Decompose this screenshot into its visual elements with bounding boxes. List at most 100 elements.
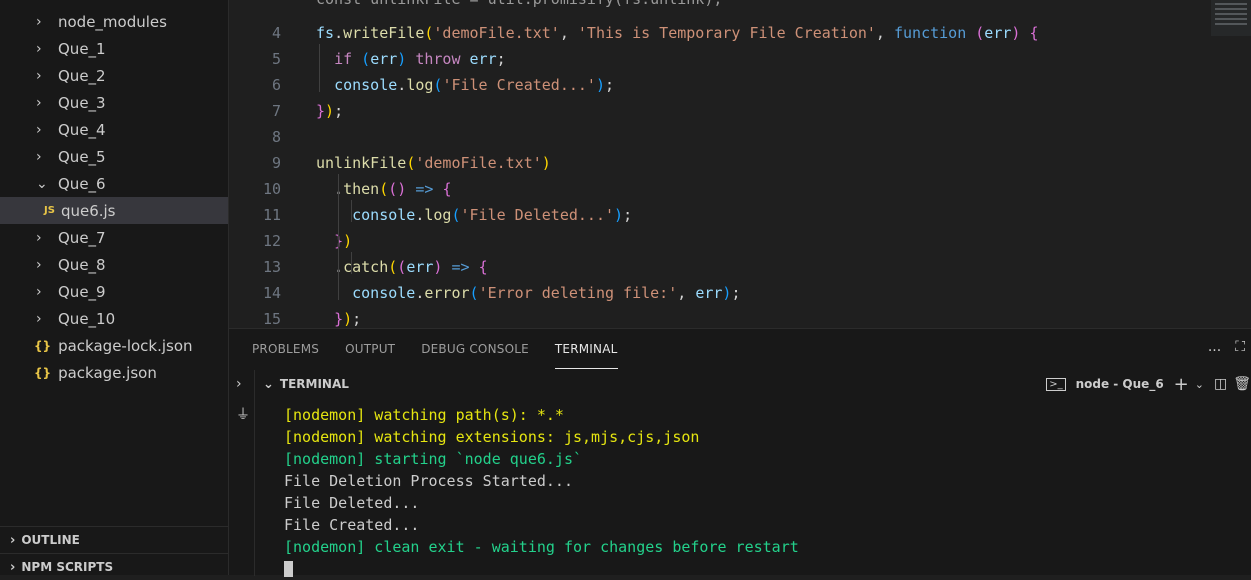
indent-guide <box>338 174 339 300</box>
code-line: 9 unlinkFile('demoFile.txt') <box>229 150 1251 176</box>
tree-item[interactable]: › Que_1 <box>0 35 228 62</box>
tree-item-label: node_modules <box>58 12 167 31</box>
terminal-output[interactable]: [nodemon] watching path(s): *.* [nodemon]… <box>284 404 799 580</box>
json-file-icon: {} <box>34 365 52 380</box>
chevron-right-icon: › <box>10 559 16 575</box>
tree-item[interactable]: › Que_4 <box>0 116 228 143</box>
plug-icon: ⏚ <box>236 407 250 423</box>
chevron-right-icon: › <box>36 67 42 84</box>
tree-item-label: Que_3 <box>58 93 106 112</box>
tree-item-label: Que_9 <box>58 282 106 301</box>
tree-item[interactable]: › Que_2 <box>0 62 228 89</box>
tree-item-label: Que_2 <box>58 66 106 85</box>
terminal-cursor-line <box>284 558 799 580</box>
panel-tabs: PROBLEMS OUTPUT DEBUG CONSOLE TERMINAL <box>229 329 1251 369</box>
code-line: 12 }) <box>229 228 1251 254</box>
tree-item[interactable]: ⌄ Que_6 <box>0 170 228 197</box>
chevron-right-icon: › <box>10 532 16 548</box>
chevron-down-icon[interactable]: ⌄ <box>1195 378 1204 391</box>
json-file-icon: {} <box>34 338 52 353</box>
chevron-right-icon: › <box>36 148 42 165</box>
terminal-side-gutter: › ⏚ <box>229 370 255 576</box>
tree-item-label: Que_6 <box>58 174 106 193</box>
line-number: 13 <box>262 258 281 276</box>
minimap[interactable] <box>1211 0 1251 36</box>
terminal-icon: >_ <box>1046 377 1066 391</box>
tree-item-label: que6.js <box>60 201 116 220</box>
chevron-down-icon[interactable]: ⌄ <box>263 377 274 392</box>
terminal-line: File Created... <box>284 516 420 534</box>
tree-item[interactable]: › Que_5 <box>0 143 228 170</box>
more-actions-icon[interactable]: ... <box>1208 339 1221 355</box>
chevron-right-icon: › <box>36 283 42 300</box>
indent-guide <box>319 44 320 92</box>
terminal-line: [nodemon] watching extensions: js,mjs,cj… <box>284 428 700 446</box>
tree-item[interactable]: › Que_8 <box>0 251 228 278</box>
explorer-sidebar: › node_modules › Que_1 › Que_2 › Que_3 › Que_4 › Qu… <box>0 0 229 575</box>
tree-item[interactable]: JS que6.js <box>0 197 228 224</box>
chevron-down-icon: ⌄ <box>36 175 48 192</box>
line-number: 11 <box>262 206 281 224</box>
terminal-instance-label[interactable]: node - Que_6 <box>1076 377 1164 391</box>
tree-item[interactable]: {} package-lock.json <box>0 332 228 359</box>
code-line: 14 console. error('Error deleting file:',… <box>229 280 1251 306</box>
tree-item-label: Que_10 <box>58 309 116 328</box>
chevron-right-icon: › <box>36 229 42 246</box>
tab-terminal[interactable]: TERMINAL <box>554 329 618 369</box>
code-line: 13 . catch((err) => { <box>229 254 1251 280</box>
line-number: 14 <box>262 284 281 302</box>
chevron-right-icon: › <box>36 40 42 57</box>
line-number: 9 <box>271 154 281 172</box>
line-number: 15 <box>262 310 281 328</box>
tab-problems[interactable]: PROBLEMS <box>252 329 319 369</box>
tree-item[interactable]: › node_modules <box>0 8 228 35</box>
tree-item[interactable]: › Que_7 <box>0 224 228 251</box>
code-line: 10 . then(() => { <box>229 176 1251 202</box>
chevron-right-icon: › <box>36 13 42 30</box>
terminal-line: File Deletion Process Started... <box>284 472 573 490</box>
tree-item-label: package-lock.json <box>58 336 193 355</box>
chevron-right-icon: › <box>36 256 42 273</box>
terminal-line: [nodemon] clean exit - waiting for chang… <box>284 538 799 556</box>
panel-actions: ... ⛶ <box>1208 339 1245 355</box>
tree-item[interactable]: {} package.json <box>0 359 228 386</box>
code-line: 15 }); <box>229 306 1251 328</box>
tree-item-label: Que_8 <box>58 255 106 274</box>
maximize-panel-icon[interactable]: ⛶ <box>1235 339 1245 355</box>
tree-item[interactable]: › Que_10 <box>0 305 228 332</box>
terminal-line: [nodemon] starting `node que6.js` <box>284 450 583 468</box>
code-line: 4 fs. writeFile('demoFile.txt', 'This is T… <box>229 20 1251 46</box>
trash-icon[interactable]: 🗑 <box>1233 376 1251 392</box>
terminal-line: File Deleted... <box>284 494 420 512</box>
tree-item[interactable]: › Que_9 <box>0 278 228 305</box>
npm-scripts-section-header[interactable]: › NPM SCRIPTS <box>0 553 228 580</box>
code-line: 11 console. log('File Deleted...'); <box>229 202 1251 228</box>
tab-debug-console[interactable]: DEBUG CONSOLE <box>421 329 529 369</box>
indent-guide <box>351 200 352 222</box>
tree-item-label: Que_7 <box>58 228 106 247</box>
tree-item[interactable]: › Que_3 <box>0 89 228 116</box>
split-terminal-icon[interactable]: ◫ <box>1214 376 1227 392</box>
line-number: 4 <box>271 24 281 42</box>
code-editor[interactable]: const unlinkFile = util.promisify(fs.unl… <box>229 0 1251 328</box>
line-number: 8 <box>271 128 281 146</box>
line-number: 7 <box>271 102 281 120</box>
tab-output[interactable]: OUTPUT <box>345 329 395 369</box>
new-terminal-icon[interactable]: + <box>1174 374 1189 395</box>
tree-item-label: Que_4 <box>58 120 106 139</box>
terminal-section-label: TERMINAL <box>279 377 349 391</box>
terminal-lines: [nodemon] watching path(s): *.* [nodemon]… <box>284 404 799 558</box>
code-line: 8 <box>229 124 1251 150</box>
terminal-header: ⌄ TERMINAL >_ node - Que_6 + ⌄ ◫ 🗑 <box>229 370 1251 398</box>
code-line: const unlinkFile = util.promisify(fs.unl… <box>229 0 1251 12</box>
tree-item-label: Que_5 <box>58 147 106 166</box>
npm-scripts-section-label: NPM SCRIPTS <box>21 560 114 574</box>
chevron-right-icon: › <box>36 94 42 111</box>
tree-item-label: Que_1 <box>58 39 106 58</box>
outline-section-header[interactable]: › OUTLINE <box>0 526 228 553</box>
line-number: 12 <box>262 232 281 250</box>
chevron-right-icon: › <box>36 121 42 138</box>
chevron-right-icon: › <box>36 310 42 327</box>
terminal-line: [nodemon] watching path(s): *.* <box>284 406 564 424</box>
partial-code-line: const unlinkFile = util.promisify(fs.unl… <box>316 0 722 8</box>
